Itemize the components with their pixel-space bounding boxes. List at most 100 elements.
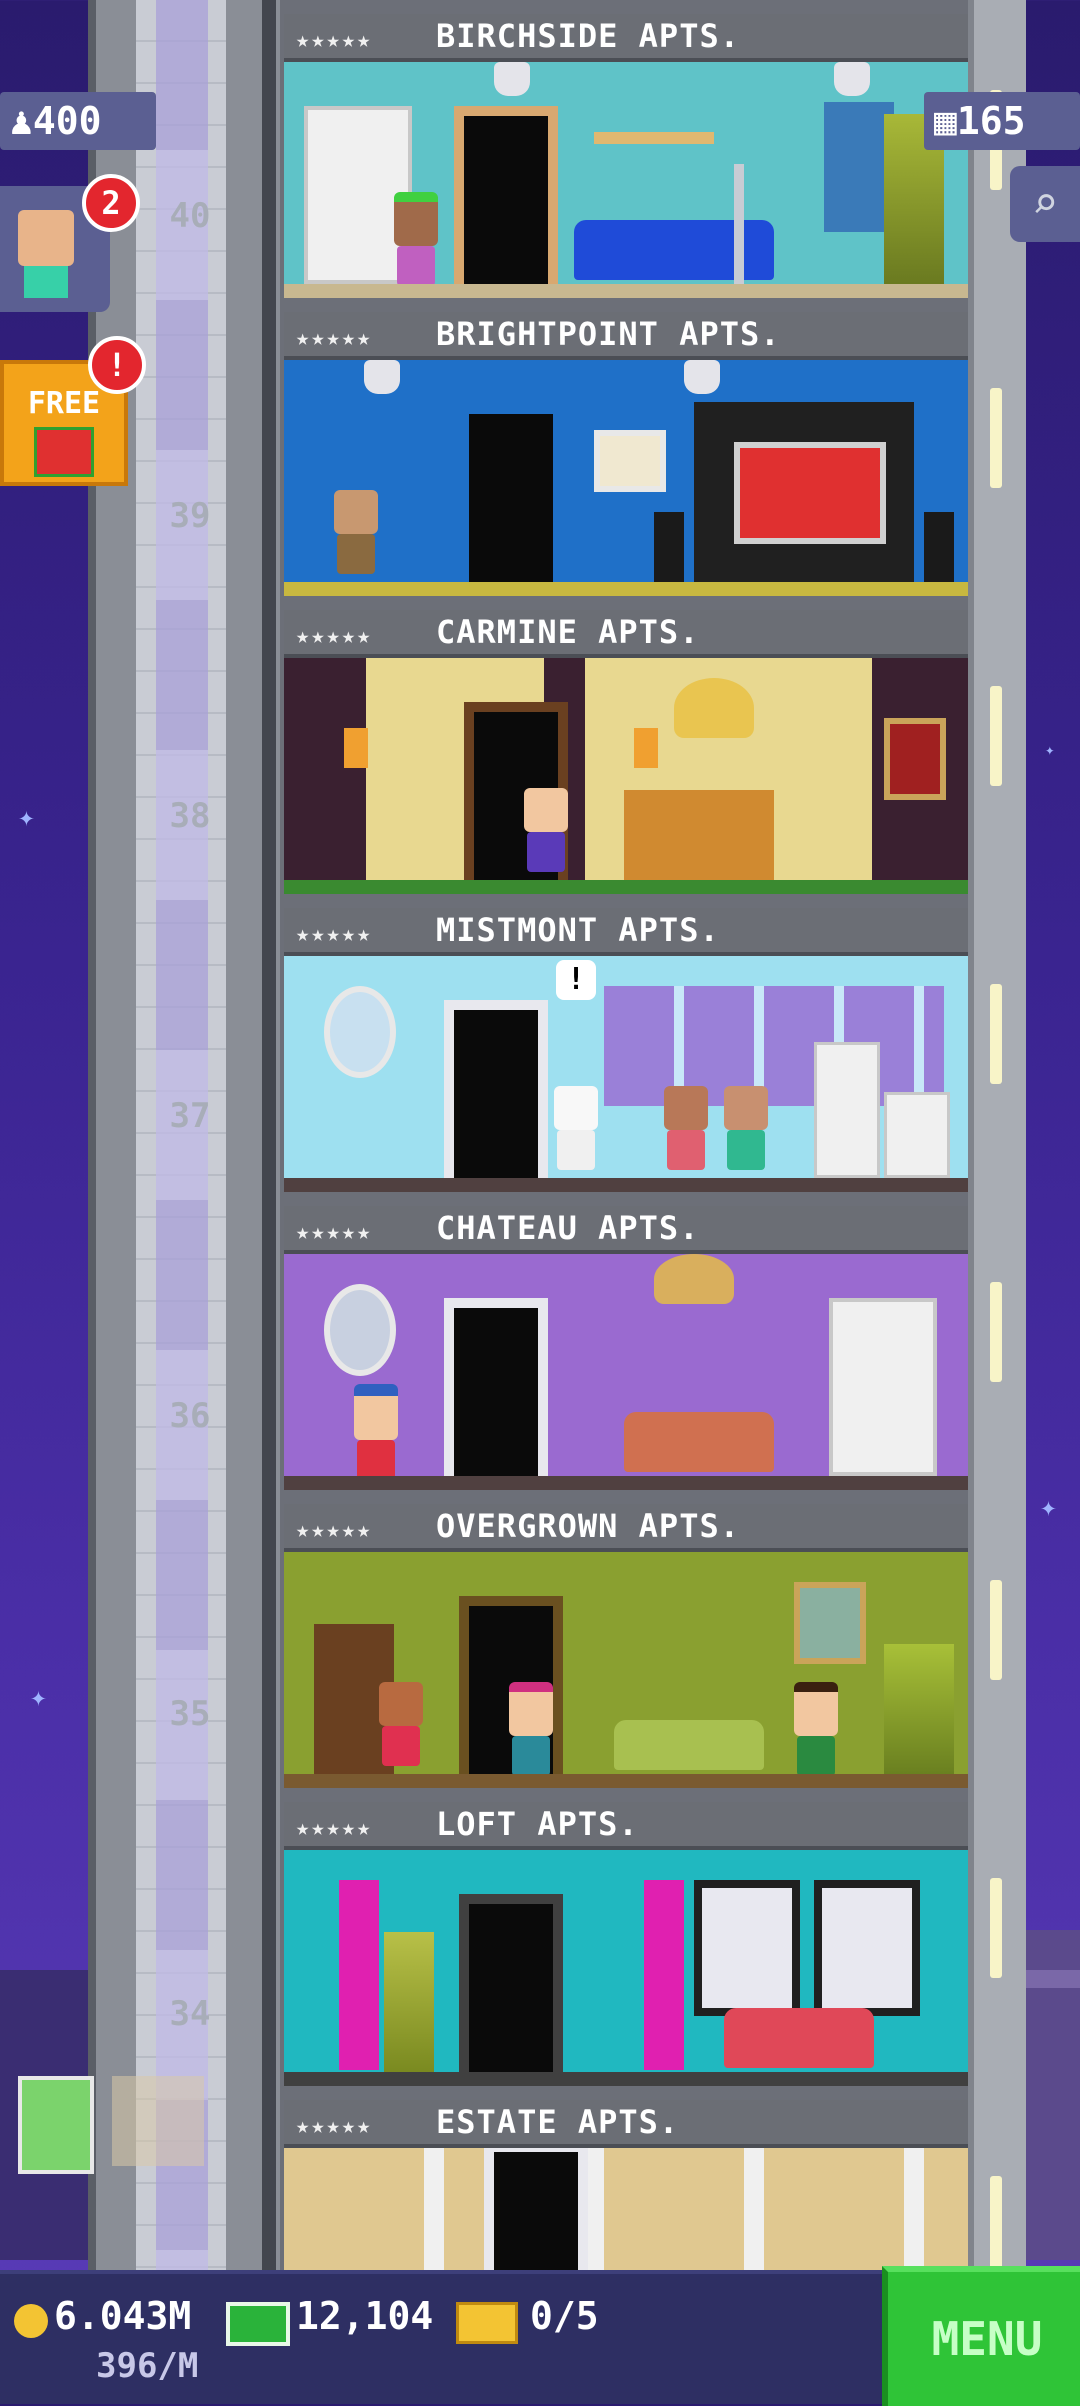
- floor-number: 35: [169, 1694, 211, 1734]
- resident-avatar[interactable]: [394, 192, 438, 286]
- speaker-icon: [924, 512, 954, 582]
- floor-name: ESTATE APTS.: [436, 2103, 680, 2141]
- chandelier-icon: [654, 1254, 734, 1304]
- resident-avatar[interactable]: [334, 490, 378, 578]
- floor-chateau[interactable]: ★★★★★ CHATEAU APTS.: [284, 1206, 968, 1504]
- floor-number: 37: [169, 1096, 211, 1136]
- window-light: [990, 2176, 1002, 2276]
- wall-shelf-icon: [594, 132, 714, 144]
- apartment-door: [459, 1894, 563, 2072]
- floor-birchside[interactable]: ★★★★★ BIRCHSIDE APTS.: [284, 14, 968, 312]
- ceiling-lamp-icon: [834, 62, 870, 96]
- resident-avatar[interactable]: [724, 1086, 768, 1174]
- resident-avatar[interactable]: [379, 1682, 423, 1770]
- floor-name: OVERGROWN APTS.: [436, 1507, 740, 1545]
- tv-screen-icon: [734, 442, 886, 544]
- speaker-icon: [654, 512, 684, 582]
- ceiling-lamp-icon: [684, 360, 720, 394]
- tickets-value: 0/5: [530, 2294, 599, 2338]
- rating-stars: ★★★★★: [296, 326, 373, 351]
- window-light: [990, 388, 1002, 488]
- floor-name: LOFT APTS.: [436, 1805, 639, 1843]
- population-value: 400: [32, 99, 102, 143]
- room-interior: [284, 360, 968, 596]
- floor-number: 40: [169, 196, 211, 236]
- rating-stars: ★★★★★: [296, 2114, 373, 2139]
- plant-vines-icon: [884, 1644, 954, 1774]
- elevator-cable: [262, 0, 276, 2280]
- room-interior: [284, 1254, 968, 1490]
- avatar-body: [24, 266, 68, 298]
- floor-loft[interactable]: ★★★★★ LOFT APTS.: [284, 1802, 968, 2100]
- wall-sconce-icon: [344, 728, 368, 768]
- sofa-icon: [724, 2008, 874, 2068]
- floor-number: 38: [169, 796, 211, 836]
- apartment-door: [484, 2148, 588, 2280]
- menu-button[interactable]: MENU: [882, 2266, 1080, 2406]
- mirror-icon: [324, 1284, 396, 1376]
- floor-estate[interactable]: ★★★★★ ESTATE APTS.: [284, 2100, 968, 2280]
- room-interior: [284, 658, 968, 894]
- fridge-icon: [814, 1042, 880, 1178]
- apartment-door: [454, 106, 558, 284]
- coin-icon: [14, 2304, 48, 2338]
- floor-name: BIRCHSIDE APTS.: [436, 17, 740, 55]
- floor-carmine[interactable]: ★★★★★ CARMINE APTS.: [284, 610, 968, 908]
- resident-avatar[interactable]: [664, 1086, 708, 1174]
- tv-console-icon: [694, 402, 914, 582]
- potted-plant-icon: [384, 1932, 434, 2072]
- star-decoration: ✦: [18, 800, 35, 833]
- window-light: [990, 1878, 1002, 1978]
- sofa-icon: [614, 1720, 764, 1770]
- floor-name: MISTMONT APTS.: [436, 911, 720, 949]
- floor-sign: ★★★★★ ESTATE APTS.: [284, 2100, 968, 2148]
- resident-avatar[interactable]: [524, 788, 568, 876]
- bux-icon: [226, 2302, 290, 2346]
- floor-mistmont[interactable]: ★★★★★ MISTMONT APTS. !: [284, 908, 968, 1206]
- curtain-icon: [339, 1880, 379, 2070]
- rating-stars: ★★★★★: [296, 28, 373, 53]
- window-icon: [694, 1880, 800, 2016]
- rating-stars: ★★★★★: [296, 624, 373, 649]
- apartment-door: [459, 404, 563, 582]
- coin-rate: 396/M: [96, 2346, 199, 2386]
- resident-avatar[interactable]: [794, 1682, 838, 1776]
- mirror-icon: [324, 986, 396, 1078]
- wall-sconce-icon: [634, 728, 658, 768]
- floor-brightpoint[interactable]: ★★★★★ BRIGHTPOINT APTS.: [284, 312, 968, 610]
- notification-badge: 2: [82, 174, 140, 232]
- apartment-door: [444, 1298, 548, 1476]
- stove-icon: [884, 1092, 950, 1178]
- search-icon[interactable]: ⌕: [1010, 166, 1080, 242]
- wall-picture-icon: [884, 718, 946, 800]
- window-light: [990, 1282, 1002, 1382]
- floor-overgrown[interactable]: ★★★★★ OVERGROWN APTS.: [284, 1504, 968, 1802]
- wall-picture-icon: [594, 430, 666, 492]
- bux-value: 12,104: [296, 2294, 434, 2338]
- chandelier-icon: [674, 678, 754, 738]
- window-light: [990, 686, 1002, 786]
- cabinet-icon: [829, 1298, 937, 1476]
- floor-sign: ★★★★★ BRIGHTPOINT APTS.: [284, 312, 968, 360]
- building-icon: ▦: [934, 99, 957, 143]
- room-interior: [284, 2148, 968, 2280]
- window-light: [990, 984, 1002, 1084]
- ceiling-lamp-icon: [364, 360, 400, 394]
- star-decoration: ✦: [30, 1680, 47, 1713]
- rating-stars: ★★★★★: [296, 922, 373, 947]
- resident-avatar[interactable]: [509, 1682, 553, 1776]
- alert-badge: !: [88, 336, 146, 394]
- food-item-icon[interactable]: [112, 2076, 204, 2166]
- rating-stars: ★★★★★: [296, 1518, 373, 1543]
- wall-picture-icon: [794, 1582, 866, 1664]
- population-counter[interactable]: ♟400: [0, 92, 156, 150]
- resident-avatar[interactable]: [354, 1384, 398, 1480]
- floor-sign: ★★★★★ CHATEAU APTS.: [284, 1206, 968, 1254]
- floor-name: CARMINE APTS.: [436, 613, 700, 651]
- sofa-icon: [624, 1412, 774, 1472]
- resident-avatar[interactable]: [554, 1086, 598, 1174]
- avatar: [18, 210, 74, 266]
- food-fries-icon[interactable]: [18, 2076, 94, 2174]
- room-interior: [284, 1850, 968, 2086]
- floor-counter[interactable]: ▦165: [924, 92, 1080, 150]
